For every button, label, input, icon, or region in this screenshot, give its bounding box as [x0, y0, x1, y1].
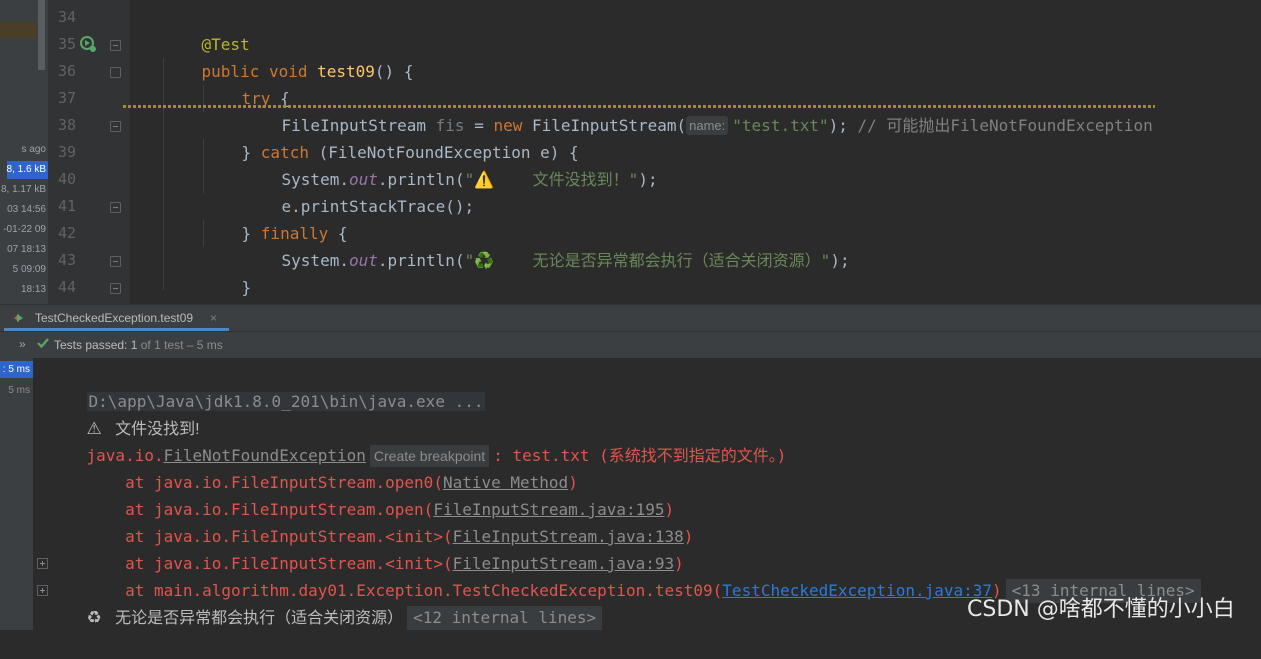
statement-end: ); [828, 116, 858, 135]
check-icon [37, 338, 49, 349]
stack-frame: at java.io.FileInputStream.<init>(FileIn… [48, 523, 684, 573]
expand-icon[interactable]: » [19, 337, 26, 351]
run-test-icon[interactable] [79, 35, 97, 53]
code-line-40[interactable]: e.printStackTrace(); [243, 166, 475, 216]
project-side-panel: s ago 8, 1.6 kB 8, 1.17 kB 03 14:56 -01-… [0, 0, 48, 304]
println-close: ); [638, 170, 658, 189]
code-line-42[interactable]: System.out.println("♻️ 无论是否异常都会执行（适合关闭资源… [243, 220, 850, 270]
fold-marker[interactable] [110, 67, 121, 78]
parameter-hint: name: [686, 116, 729, 135]
file-info-row: 03 14:56 [7, 204, 46, 215]
code-line-41[interactable]: } finally { [203, 193, 348, 243]
method-signature-tail: () { [374, 62, 414, 81]
close-paren: ) [683, 527, 694, 546]
expand-internal-lines-icon[interactable] [37, 585, 48, 596]
fold-marker[interactable] [110, 121, 121, 132]
console-output[interactable]: D:\app\Java\jdk1.8.0_201\bin\java.exe ..… [33, 358, 1261, 630]
code-line-38[interactable]: } catch (FileNotFoundException e) { [203, 112, 579, 162]
stack-frame: at java.io.FileInputStream.<init>(FileIn… [48, 496, 693, 546]
stack-frame: at java.io.FileInputStream.open(FileInpu… [48, 469, 674, 519]
internal-lines-fold[interactable]: <12 internal lines> [407, 606, 603, 630]
file-info-row: 8, 1.17 kB [0, 184, 46, 195]
console-command-line: D:\app\Java\jdk1.8.0_201\bin\java.exe ..… [48, 361, 486, 411]
exception-line: java.io.FileNotFoundException Create brea… [48, 415, 786, 467]
modified-marker [0, 22, 36, 38]
watermark: CSDN @啥都不懂的小小白 [967, 597, 1235, 622]
code-line-39[interactable]: System.out.println("⚠️ 文件没找到！"); [243, 139, 658, 189]
code-line-34[interactable]: @Test [163, 4, 250, 54]
stack-frame: at main.algorithm.day01.Exception.TestCh… [48, 550, 1201, 603]
source-link[interactable]: TestCheckedException.java:37 [722, 581, 992, 600]
finally-message: "♻️ 无论是否异常都会执行（适合关闭资源）" [464, 251, 831, 270]
code-editor[interactable]: s ago 8, 1.6 kB 8, 1.17 kB 03 14:56 -01-… [0, 0, 1261, 304]
system-prefix: System. [281, 251, 349, 270]
side-panel-scrollbar[interactable] [38, 0, 45, 70]
run-tab[interactable]: TestCheckedException.test09 × [0, 305, 229, 331]
line-number: 42 [57, 224, 76, 242]
line-number: 36 [57, 62, 76, 80]
line-number: 38 [57, 116, 76, 134]
test-tree-row-selected[interactable]: : 5 ms [0, 361, 33, 378]
line-number: 35 [57, 35, 76, 53]
code-line-35[interactable]: public void test09() { [163, 31, 414, 81]
code-line-36[interactable]: try { [203, 58, 290, 108]
run-config-icon [17, 314, 23, 322]
method-name: test09 [317, 62, 375, 81]
stack-frame: at java.io.FileInputStream.open0(Native … [48, 442, 578, 492]
line-number: 40 [57, 170, 76, 188]
not-found-message: "⚠️ 文件没找到！" [464, 170, 639, 189]
test-status-bar: » Tests passed: 1 of 1 test – 5 ms [0, 331, 1261, 358]
tests-summary: of 1 test – 5 ms [137, 338, 223, 352]
line-number: 44 [57, 278, 76, 296]
code-line-43[interactable]: } [203, 247, 252, 297]
line-number: 37 [57, 89, 76, 107]
test-tree-row[interactable]: 5 ms [0, 382, 33, 399]
file-info-row: 07 18:13 [7, 244, 46, 255]
line-number: 41 [57, 197, 76, 215]
line-number: 43 [57, 251, 76, 269]
file-info-row: 18:13 [20, 284, 46, 295]
line-comment: // 可能抛出FileNotFoundException [857, 116, 1153, 135]
tests-passed-label: Tests passed: [54, 338, 131, 352]
recycle-icon: ♻ [86, 608, 102, 627]
inner-close-brace: } [241, 278, 252, 297]
line-number: 39 [57, 143, 76, 161]
file-info-row-selected[interactable]: 8, 1.6 kB [6, 161, 48, 179]
fold-marker[interactable] [110, 40, 121, 51]
fold-marker[interactable] [110, 283, 121, 294]
fold-marker[interactable] [110, 202, 121, 213]
line-number: 34 [57, 8, 76, 26]
file-info-row: -01-22 09 [3, 224, 46, 235]
expand-internal-lines-icon[interactable] [37, 558, 48, 569]
warning-underline [123, 105, 1155, 108]
run-tab-bar: TestCheckedException.test09 × [0, 304, 1261, 331]
console-output-line: ⚠ 文件没找到! [48, 388, 200, 438]
out-field: out [348, 251, 378, 270]
file-name-literal: "test.txt" [732, 116, 829, 135]
println-close: ); [830, 251, 850, 270]
println-open: .println( [377, 251, 465, 270]
finally-output: 无论是否异常都会执行（适合关闭资源） [101, 610, 404, 627]
file-info-row: s ago [21, 144, 46, 155]
fold-marker[interactable] [110, 256, 121, 267]
tests-passed-status: Tests passed: 1 of 1 test – 5 ms [54, 338, 223, 352]
test-tree: : 5 ms 5 ms [0, 358, 33, 630]
console-output-line: ♻ 无论是否异常都会执行（适合关闭资源） <12 internal lines> [48, 577, 603, 630]
code-line-44[interactable]: } [163, 274, 211, 301]
file-info-row: 5 09:09 [12, 264, 46, 275]
